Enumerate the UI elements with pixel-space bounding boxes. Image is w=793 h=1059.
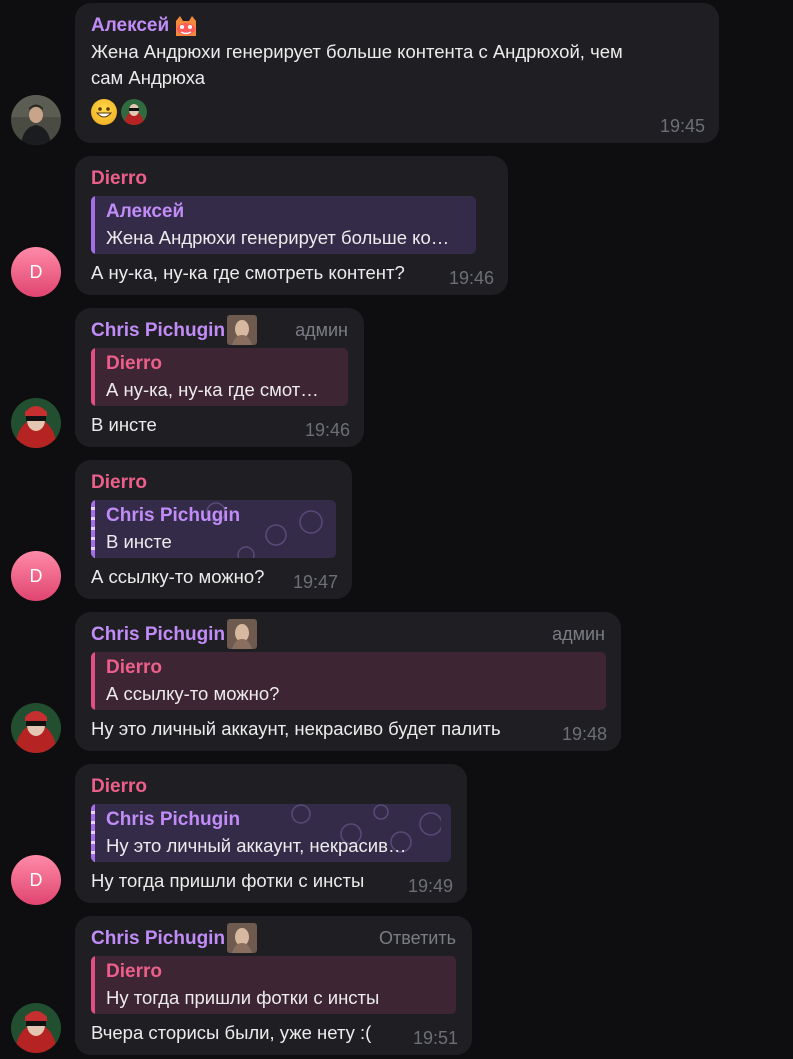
message-bubble[interactable]: Chris Pichugin админ Dierro А ну-ка, ну-… [75, 308, 364, 447]
reply-quote[interactable]: Chris Pichugin Ну это личный аккаунт, не… [91, 804, 451, 862]
quote-text: А ссылку-то можно? [106, 683, 280, 704]
message-text: Ну тогда пришли фотки с инсты [91, 870, 365, 891]
message-text: А ну-ка, ну-ка где смотреть контент? [91, 262, 405, 283]
message-time: 19:49 [407, 876, 453, 896]
reply-quote[interactable]: Dierro Ну тогда пришли фотки с инсты [91, 956, 456, 1014]
reply-quote[interactable]: Dierro А ссылку-то можно? [91, 652, 606, 710]
avatar-dierro[interactable]: D [11, 247, 61, 297]
sender-name[interactable]: Алексей [91, 13, 703, 39]
avatar-aleksei[interactable] [11, 95, 61, 145]
message-text: Ну это личный аккаунт, некрасиво будет п… [91, 718, 501, 739]
message-text: сам Андрюха [91, 67, 206, 88]
message-time: 19:46 [304, 420, 350, 440]
message-bubble[interactable]: Chris Pichugin админ Dierro А ссылку-то … [75, 612, 621, 751]
avatar-letter: D [29, 261, 43, 282]
message-time: 19:51 [412, 1028, 458, 1048]
sender-name[interactable]: Chris Pichugin [91, 619, 605, 649]
reply-quote[interactable]: Алексей Жена Андрюхи генерирует больше к… [91, 196, 476, 254]
cat-emoji-icon [173, 15, 199, 37]
message-time: 19:46 [448, 268, 494, 288]
user-photo-icon [227, 315, 258, 345]
message-text: Вчера сторисы были, уже нету :( [91, 1022, 372, 1043]
quote-text: В инсте [106, 531, 172, 552]
quote-sender: Dierro [106, 961, 162, 982]
avatar-dierro[interactable]: D [11, 855, 61, 905]
quote-text: Жена Андрюхи генерирует больше ко… [106, 227, 450, 248]
message-bubble[interactable]: Алексей Жена Андрюхи генерирует больше к… [75, 3, 719, 143]
avatar-letter: D [29, 869, 43, 890]
avatar-chris-pichugin[interactable] [11, 1003, 61, 1053]
reply-button[interactable]: Ответить [379, 928, 456, 949]
user-photo-icon [227, 619, 258, 649]
avatar-letter: D [29, 565, 43, 586]
admin-badge: админ [552, 624, 605, 644]
quote-sender: Dierro [106, 657, 162, 678]
quote-text: Ну это личный аккаунт, некрасив… [106, 835, 407, 856]
message-time: 19:45 [659, 116, 705, 136]
message-bubble[interactable]: Dierro Chris Pichugin В инсте А ссылку-т… [75, 460, 352, 599]
quote-text: А ну-ка, ну-ка где смот… [106, 379, 319, 400]
sender-name[interactable]: Dierro [91, 774, 451, 800]
admin-badge: админ [295, 320, 348, 340]
grinning-face-emoji-icon[interactable] [91, 99, 117, 125]
message-time: 19:47 [292, 572, 338, 592]
reply-quote[interactable]: Chris Pichugin В инсте [91, 500, 336, 558]
quote-sender: Chris Pichugin [106, 505, 241, 526]
chat-history: Алексей Жена Андрюхи генерирует больше к… [0, 0, 793, 1059]
user-photo-icon [227, 923, 258, 953]
quote-sender: Алексей [106, 201, 185, 222]
quote-sender: Dierro [106, 353, 162, 374]
avatar-chris-pichugin[interactable] [11, 398, 61, 448]
avatar-chris-pichugin[interactable] [11, 703, 61, 753]
reactions[interactable] [91, 99, 703, 125]
message-bubble[interactable]: Dierro Алексей Жена Андрюхи генерирует б… [75, 156, 508, 295]
sender-name[interactable]: Dierro [91, 166, 492, 192]
avatar-dierro[interactable]: D [11, 551, 61, 601]
quote-sender: Chris Pichugin [106, 809, 241, 830]
message-bubble[interactable]: Chris Pichugin Ответить Dierro Ну тогда … [75, 916, 472, 1055]
message-bubble[interactable]: Dierro Chris Pichugin Ну это личный акка… [75, 764, 467, 903]
message-text: Жена Андрюхи генерирует больше контента … [91, 41, 623, 62]
sender-name[interactable]: Dierro [91, 470, 336, 496]
quote-text: Ну тогда пришли фотки с инсты [106, 987, 380, 1008]
reaction-user-avatar[interactable] [121, 99, 147, 125]
reply-quote[interactable]: Dierro А ну-ка, ну-ка где смот… [91, 348, 348, 406]
message-time: 19:48 [561, 724, 607, 744]
